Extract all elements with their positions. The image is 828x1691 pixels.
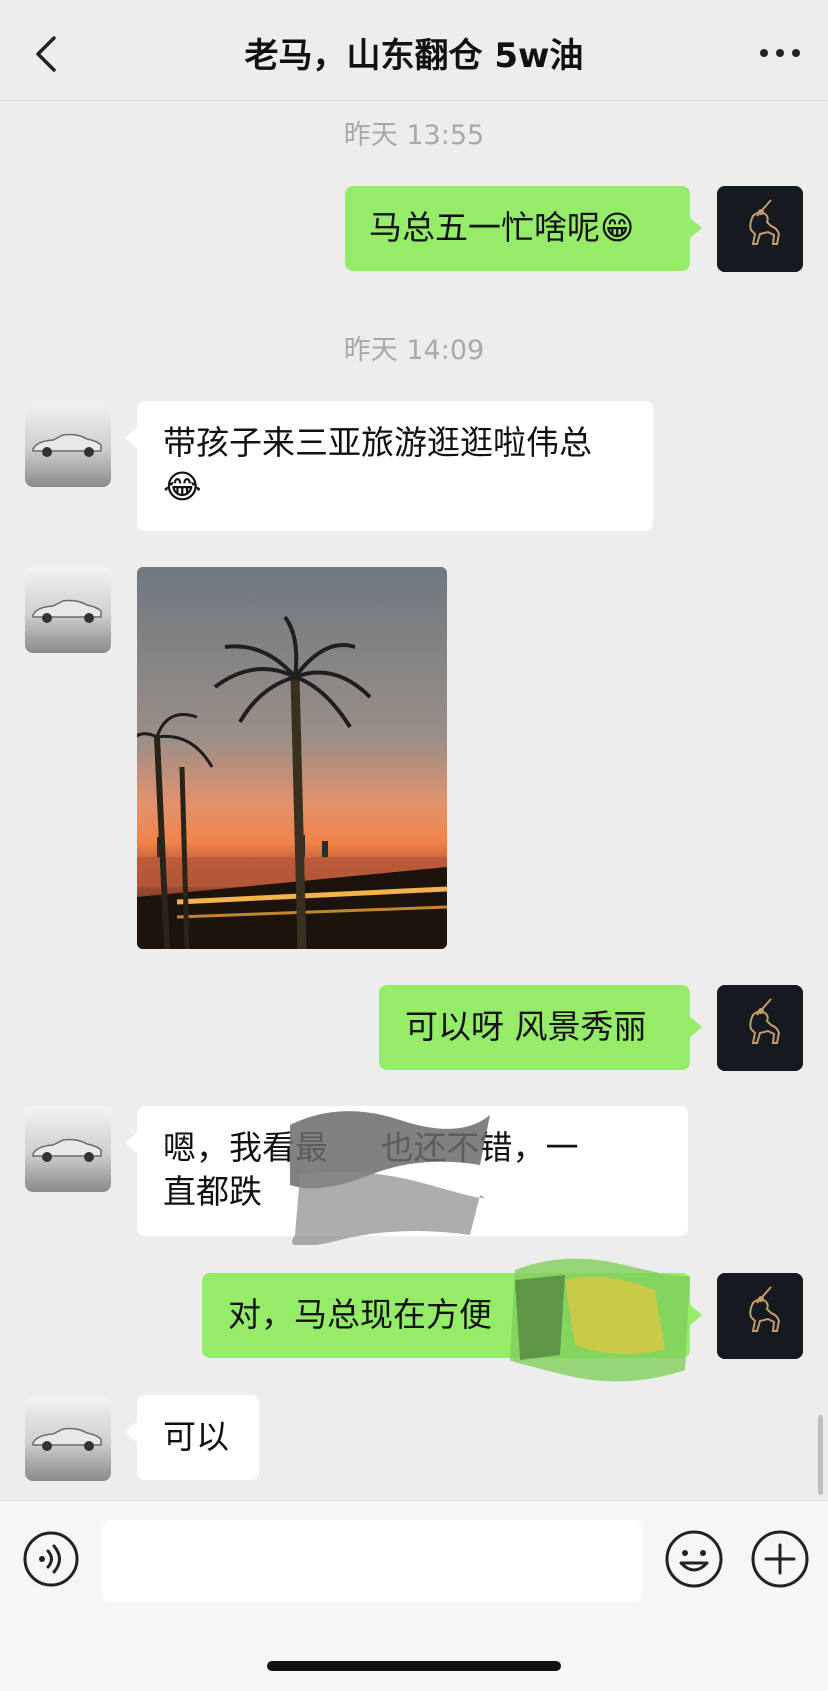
incoming-message-bubble[interactable]: 可以: [125, 1395, 259, 1480]
chat-title: 老马，山东翻仓 5w油: [244, 36, 584, 76]
message-text-line: 嗯，我看最 也还不错，一: [163, 1128, 579, 1167]
car-avatar-icon: [25, 1106, 111, 1192]
contact-avatar[interactable]: [25, 567, 111, 653]
message-text: 可以呀 风景秀丽: [405, 1007, 647, 1046]
polo-horse-icon: [717, 1273, 803, 1359]
more-actions-button[interactable]: [750, 1529, 810, 1589]
message-text: 可以: [163, 1417, 229, 1456]
plus-icon: [751, 1530, 809, 1588]
message-input[interactable]: [102, 1520, 642, 1602]
back-button[interactable]: [28, 30, 68, 78]
palm-tree-sunset-image: [137, 567, 447, 949]
chat-header: 老马，山东翻仓 5w油: [0, 0, 828, 101]
outgoing-message-bubble[interactable]: 可以呀 风景秀丽: [379, 985, 702, 1070]
incoming-message-bubble[interactable]: 带孩子来三亚旅游逛逛啦伟总😂: [125, 401, 653, 531]
car-avatar-icon: [25, 1395, 111, 1481]
emoji-icon: [665, 1530, 723, 1588]
sunset-photo-message[interactable]: [137, 567, 447, 949]
message-text-line: 直都跌: [163, 1172, 262, 1211]
emoji-button[interactable]: [664, 1529, 724, 1589]
my-avatar[interactable]: [717, 985, 803, 1071]
timestamp: 昨天 14:09: [343, 335, 485, 366]
contact-avatar[interactable]: [25, 401, 111, 487]
home-indicator[interactable]: [267, 1661, 561, 1671]
voice-icon: [23, 1531, 79, 1587]
car-avatar-icon: [25, 401, 111, 487]
voice-button[interactable]: [22, 1530, 80, 1588]
message-text: 马总五一忙啥呢😁: [369, 208, 635, 247]
my-avatar[interactable]: [717, 1273, 803, 1359]
car-avatar-icon: [25, 567, 111, 653]
message-text: 带孩子来三亚旅游逛逛啦伟总😂: [163, 423, 592, 506]
contact-avatar[interactable]: [25, 1106, 111, 1192]
timestamp: 昨天 13:55: [343, 120, 485, 151]
contact-avatar[interactable]: [25, 1395, 111, 1481]
incoming-message-bubble[interactable]: 嗯，我看最 也还不错，一 直都跌: [125, 1106, 688, 1236]
ellipsis-icon: [760, 49, 800, 57]
outgoing-message-bubble[interactable]: 马总五一忙啥呢😁: [345, 186, 702, 271]
my-avatar[interactable]: [717, 186, 803, 272]
polo-horse-icon: [717, 985, 803, 1071]
outgoing-message-bubble[interactable]: 对，马总现在方便: [202, 1273, 702, 1358]
scrollbar-thumb[interactable]: [818, 1415, 823, 1495]
polo-horse-icon: [717, 186, 803, 272]
chevron-left-icon: [36, 36, 56, 72]
message-text: 对，马总现在方便: [228, 1295, 492, 1334]
more-button[interactable]: [754, 36, 806, 70]
